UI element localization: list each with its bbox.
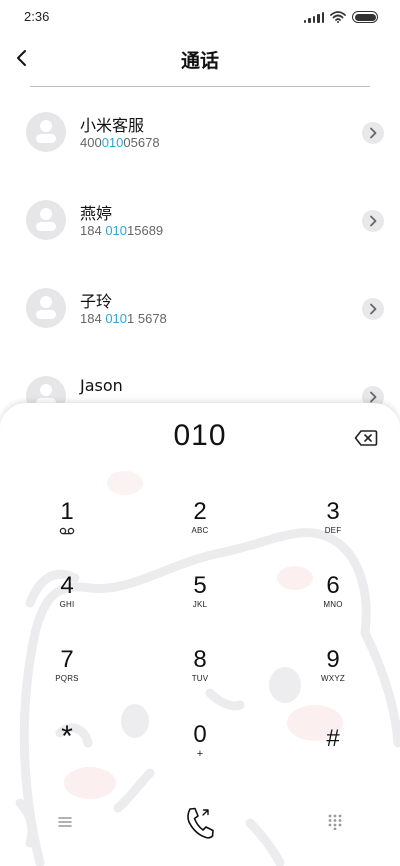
avatar: [26, 288, 66, 328]
contact-row[interactable]: 子玲 184 0101 5678: [0, 266, 400, 354]
header: 通话: [0, 34, 400, 88]
backspace-icon: [354, 430, 378, 446]
key-digit: 3: [326, 498, 340, 525]
page-title: 通话: [180, 50, 219, 72]
menu-icon: [58, 817, 72, 827]
dialed-number: 010: [173, 419, 227, 452]
key-letters: WXYZ: [321, 674, 345, 683]
avatar: [26, 112, 66, 152]
status-bar: 2:36: [0, 0, 400, 34]
key-6[interactable]: 6 MNO: [288, 572, 378, 632]
contact-number: 40001005678: [80, 135, 160, 150]
key-digit: #: [326, 725, 340, 752]
battery-icon: [352, 11, 378, 23]
background-illustration: [15, 471, 400, 866]
chevron-right-icon: [370, 303, 377, 315]
key-letters: MNO: [323, 600, 343, 609]
key-digit: 1: [60, 498, 74, 525]
key-digit: 6: [326, 572, 340, 599]
contact-name: 子玲: [80, 292, 113, 311]
contact-name: Jason: [80, 376, 123, 395]
header-divider: [30, 86, 370, 87]
key-letters: GHI: [59, 600, 75, 609]
phone-icon: [187, 807, 214, 839]
chevron-right-icon: [370, 127, 377, 139]
key-0[interactable]: 0 +: [155, 721, 245, 781]
signal-icon: [303, 11, 324, 23]
contact-number: 184 0101 5678: [80, 311, 167, 326]
key-letters: +: [196, 748, 204, 760]
key-digit: *: [61, 720, 73, 753]
status-time: 2:36: [24, 9, 50, 24]
contact-row[interactable]: 燕婷 184 01015689: [0, 178, 400, 266]
key-1[interactable]: 1: [22, 498, 112, 558]
dialpad-panel: 010 1 2 ABC 3 DEF 4 GHI 5 JKL 6 MNO 7 PQ…: [0, 403, 400, 866]
key-hash[interactable]: #: [288, 725, 378, 785]
key-letters: ABC: [191, 526, 209, 535]
contact-name: 小米客服: [80, 116, 145, 135]
key-letters: TUV: [191, 674, 209, 683]
key-digit: 0: [193, 721, 207, 748]
wifi-icon: [330, 11, 346, 23]
chevron-right-icon: [370, 215, 377, 227]
contact-detail-button[interactable]: [362, 298, 384, 320]
key-7[interactable]: 7 PQRS: [22, 646, 112, 706]
key-2[interactable]: 2 ABC: [155, 498, 245, 558]
key-9[interactable]: 9 WXYZ: [288, 646, 378, 706]
key-digit: 7: [60, 646, 74, 673]
contact-row[interactable]: 小米客服 40001005678: [0, 90, 400, 178]
key-letters: JKL: [192, 600, 208, 609]
dialpad-toggle-button[interactable]: [320, 807, 350, 837]
key-letters: DEF: [324, 526, 342, 535]
backspace-button[interactable]: [354, 429, 378, 447]
key-digit: 4: [60, 572, 74, 599]
call-button[interactable]: [178, 803, 222, 843]
key-5[interactable]: 5 JKL: [155, 572, 245, 632]
status-icons: [303, 11, 378, 23]
contact-list: 小米客服 40001005678 燕婷 184 01015689 子玲 184 …: [0, 90, 400, 442]
contact-number: 184 01015689: [80, 223, 164, 238]
voicemail-icon: [59, 527, 75, 535]
key-star[interactable]: *: [22, 720, 112, 783]
dialpad-grid-icon: [328, 814, 342, 830]
key-digit: 8: [193, 646, 207, 673]
key-4[interactable]: 4 GHI: [22, 572, 112, 632]
contact-detail-button[interactable]: [362, 210, 384, 232]
contact-detail-button[interactable]: [362, 122, 384, 144]
key-3[interactable]: 3 DEF: [288, 498, 378, 558]
contact-name: 燕婷: [80, 204, 113, 223]
key-digit: 5: [193, 572, 207, 599]
menu-button[interactable]: [50, 807, 80, 837]
key-letters: PQRS: [55, 674, 79, 683]
key-8[interactable]: 8 TUV: [155, 646, 245, 706]
avatar: [26, 200, 66, 240]
key-digit: 9: [326, 646, 340, 673]
chevron-right-icon: [370, 391, 377, 403]
key-digit: 2: [193, 498, 207, 525]
